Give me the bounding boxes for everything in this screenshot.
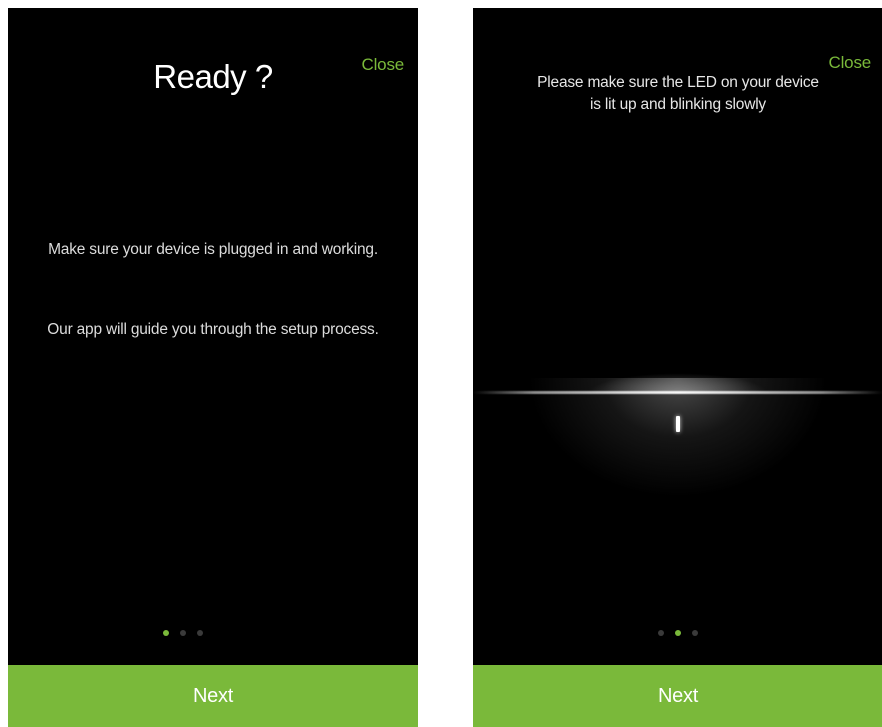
- device-led-illustration: [473, 368, 882, 518]
- page-indicator: [8, 630, 388, 636]
- setup-screen-led: Close Please make sure the LED on your d…: [473, 8, 882, 727]
- close-button[interactable]: Close: [829, 53, 872, 73]
- instruction-setup-guide: Our app will guide you through the setup…: [47, 321, 379, 338]
- device-top-highlight: [588, 373, 768, 393]
- setup-screen-ready: Close Ready ? Make sure your device is p…: [8, 8, 418, 727]
- led-indicator-icon: [676, 416, 680, 432]
- page-dot-2: [675, 630, 681, 636]
- next-button[interactable]: Next: [473, 665, 882, 727]
- page-title: Ready ?: [153, 58, 273, 95]
- device-edge-line: [473, 391, 882, 394]
- page-dot-1: [163, 630, 169, 636]
- page-dot-3: [197, 630, 203, 636]
- page-indicator: [473, 630, 882, 636]
- instruction-led-blinking: Please make sure the LED on your device …: [537, 74, 819, 113]
- instruction-plugged-in: Make sure your device is plugged in and …: [48, 241, 378, 258]
- page-dot-1: [658, 630, 664, 636]
- led-glow: [528, 378, 828, 498]
- next-button[interactable]: Next: [8, 665, 418, 727]
- page-dot-2: [180, 630, 186, 636]
- page-dot-3: [692, 630, 698, 636]
